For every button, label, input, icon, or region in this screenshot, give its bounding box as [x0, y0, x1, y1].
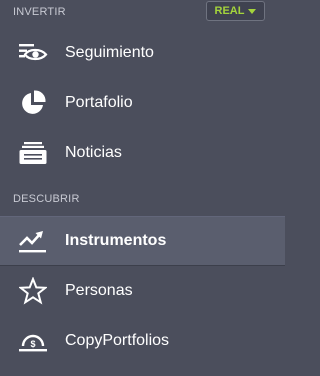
gauge-icon: $ [18, 326, 48, 356]
eye-list-icon [18, 38, 48, 68]
star-icon [18, 276, 48, 306]
nav-item-instrumentos[interactable]: Instrumentos [0, 216, 285, 266]
nav-item-portafolio[interactable]: Portafolio [0, 78, 285, 128]
nav-item-label: Seguimiento [65, 44, 154, 61]
trending-up-icon [18, 226, 48, 256]
news-tray-icon [18, 138, 48, 168]
section-header-invertir: INVERTIR [13, 6, 66, 18]
nav-item-label: Noticias [65, 144, 122, 161]
nav-item-seguimiento[interactable]: Seguimiento [0, 28, 285, 78]
nav-item-label: Personas [65, 282, 133, 299]
svg-text:$: $ [30, 339, 35, 349]
section-header-descubrir: DESCUBRIR [13, 193, 80, 205]
nav-item-copyportfolios[interactable]: $ CopyPortfolios [0, 316, 285, 366]
nav-item-personas[interactable]: Personas [0, 266, 285, 316]
account-mode-dropdown[interactable]: REAL [206, 1, 265, 21]
nav-item-label: Instrumentos [65, 232, 167, 249]
nav-item-noticias[interactable]: Noticias [0, 128, 285, 178]
nav-item-label: CopyPortfolios [65, 332, 170, 349]
pie-chart-icon [18, 88, 48, 118]
account-mode-label: REAL [214, 5, 245, 17]
nav-item-label: Portafolio [65, 94, 133, 111]
caret-down-icon [248, 9, 257, 14]
